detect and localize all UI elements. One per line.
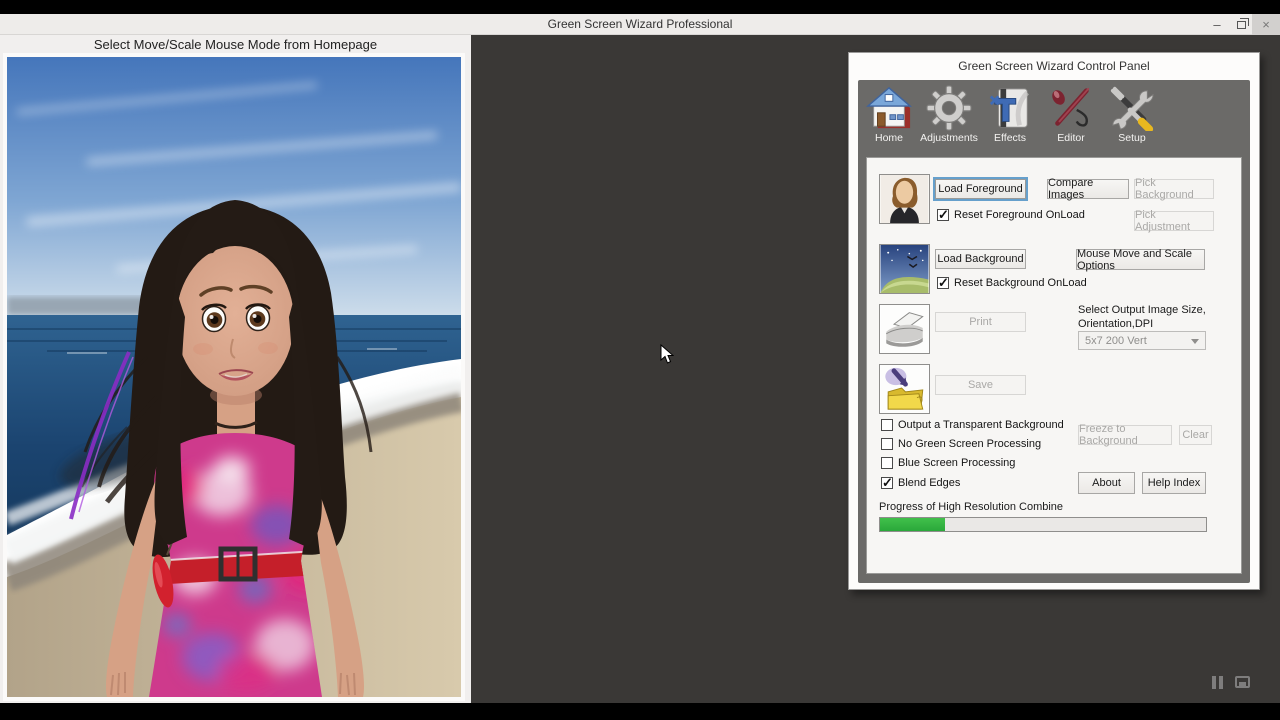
letterbox-bar — [0, 703, 1280, 720]
mouse-move-scale-options-label: Mouse Move and Scale Options — [1077, 248, 1204, 272]
compare-images-label: Compare Images — [1048, 177, 1128, 201]
background-thumbnail — [879, 244, 930, 294]
picture-in-picture-icon[interactable] — [1235, 676, 1250, 688]
video-overlay-controls — [1212, 668, 1270, 696]
blue-screen-label: Blue Screen Processing — [898, 457, 1015, 469]
landscape-icon — [880, 245, 929, 293]
no-green-screen-checkbox[interactable] — [881, 438, 893, 450]
pause-icon[interactable] — [1212, 676, 1223, 689]
pick-adjustment-button[interactable]: Pick Adjustment — [1134, 211, 1214, 231]
printer-icon — [880, 305, 929, 353]
mouse-move-scale-options-button[interactable]: Mouse Move and Scale Options — [1076, 249, 1205, 270]
titlebar: Green Screen Wizard Professional – × — [0, 14, 1280, 35]
print-thumbnail — [879, 304, 930, 354]
save-label: Save — [968, 379, 993, 391]
minimize-icon: – — [1213, 17, 1220, 32]
no-green-screen-label: No Green Screen Processing — [898, 438, 1041, 450]
toolbar-setup[interactable]: Setup — [1101, 85, 1163, 155]
output-size-value: 5x7 200 Vert — [1085, 335, 1147, 347]
transparent-background-label: Output a Transparent Background — [898, 419, 1064, 431]
blend-edges-option[interactable]: Blend Edges — [881, 477, 960, 489]
toolbar-effects[interactable]: Effects — [979, 85, 1041, 155]
load-foreground-label: Load Foreground — [938, 183, 1022, 195]
chevron-down-icon — [1191, 339, 1199, 344]
save-folder-icon — [880, 365, 929, 413]
progress-label: Progress of High Resolution Combine — [879, 501, 1063, 513]
reset-background-checkbox[interactable] — [937, 277, 949, 289]
restore-button[interactable] — [1228, 14, 1254, 35]
pick-background-button[interactable]: Pick Background — [1134, 179, 1214, 199]
restore-icon — [1237, 21, 1246, 29]
blend-edges-label: Blend Edges — [898, 477, 960, 489]
save-thumbnail — [879, 364, 930, 414]
reset-foreground-label: Reset Foreground OnLoad — [954, 209, 1085, 221]
toolbar-setup-label: Setup — [1101, 132, 1163, 144]
about-button[interactable]: About — [1078, 472, 1135, 494]
compare-images-button[interactable]: Compare Images — [1047, 179, 1129, 199]
clear-button[interactable]: Clear — [1179, 425, 1212, 445]
home-icon — [866, 85, 912, 131]
blend-edges-checkbox[interactable] — [881, 477, 893, 489]
toolbar-adjustments[interactable]: Adjustments — [918, 85, 980, 155]
effects-text-icon — [987, 85, 1033, 131]
composited-image[interactable] — [3, 53, 465, 701]
about-label: About — [1092, 477, 1121, 489]
control-panel-content: Load Foreground Compare Images Pick Back… — [866, 157, 1242, 574]
reset-foreground-option[interactable]: Reset Foreground OnLoad — [937, 209, 1085, 221]
portrait-icon — [880, 175, 929, 223]
load-background-label: Load Background — [937, 253, 1023, 265]
app-window: Green Screen Wizard Professional – × Sel… — [0, 0, 1280, 720]
transparent-background-checkbox[interactable] — [881, 419, 893, 431]
toolbar-editor-label: Editor — [1040, 132, 1102, 144]
window-title: Green Screen Wizard Professional — [0, 17, 1280, 31]
mouse-cursor — [660, 344, 674, 365]
control-panel: Green Screen Wizard Control Panel Home — [848, 52, 1260, 590]
toolbar-editor[interactable]: Editor — [1040, 85, 1102, 155]
transparent-background-option[interactable]: Output a Transparent Background — [881, 419, 1064, 431]
reset-background-option[interactable]: Reset Background OnLoad — [937, 277, 1087, 289]
load-background-button[interactable]: Load Background — [935, 249, 1026, 269]
load-foreground-button[interactable]: Load Foreground — [935, 179, 1026, 199]
minimize-button[interactable]: – — [1204, 14, 1230, 35]
pick-background-label: Pick Background — [1135, 177, 1213, 201]
foreground-thumbnail — [879, 174, 930, 224]
preview-panel: Select Move/Scale Mouse Mode from Homepa… — [0, 35, 471, 703]
print-label: Print — [969, 316, 992, 328]
beach-doll-photo — [7, 57, 461, 697]
toolbar-home[interactable]: Home — [858, 85, 920, 155]
blue-screen-option[interactable]: Blue Screen Processing — [881, 457, 1015, 469]
save-button[interactable]: Save — [935, 375, 1026, 395]
freeze-to-background-button[interactable]: Freeze to Background — [1078, 425, 1172, 445]
tools-icon — [1109, 85, 1155, 131]
pick-adjustment-label: Pick Adjustment — [1135, 209, 1213, 233]
no-green-screen-option[interactable]: No Green Screen Processing — [881, 438, 1041, 450]
reset-foreground-checkbox[interactable] — [937, 209, 949, 221]
freeze-to-background-label: Freeze to Background — [1079, 423, 1171, 447]
progress-bar — [879, 517, 1207, 532]
preview-hint-text: Select Move/Scale Mouse Mode from Homepa… — [0, 37, 471, 52]
output-size-select[interactable]: 5x7 200 Vert — [1078, 331, 1206, 350]
toolbar-home-label: Home — [858, 132, 920, 144]
gear-icon — [926, 85, 972, 131]
clear-label: Clear — [1182, 429, 1208, 441]
reset-background-label: Reset Background OnLoad — [954, 277, 1087, 289]
blue-screen-checkbox[interactable] — [881, 457, 893, 469]
output-size-label: Select Output Image Size, Orientation,DP… — [1078, 304, 1213, 332]
close-button[interactable]: × — [1252, 14, 1280, 35]
airbrush-icon — [1048, 85, 1094, 131]
print-button[interactable]: Print — [935, 312, 1026, 332]
control-panel-frame: Home Adjustments — [858, 80, 1250, 583]
help-index-label: Help Index — [1148, 477, 1201, 489]
close-icon: × — [1262, 17, 1270, 32]
progress-fill — [880, 518, 945, 531]
control-panel-title: Green Screen Wizard Control Panel — [849, 59, 1259, 73]
toolbar-effects-label: Effects — [979, 132, 1041, 144]
toolbar-adjustments-label: Adjustments — [918, 132, 980, 144]
help-index-button[interactable]: Help Index — [1142, 472, 1206, 494]
